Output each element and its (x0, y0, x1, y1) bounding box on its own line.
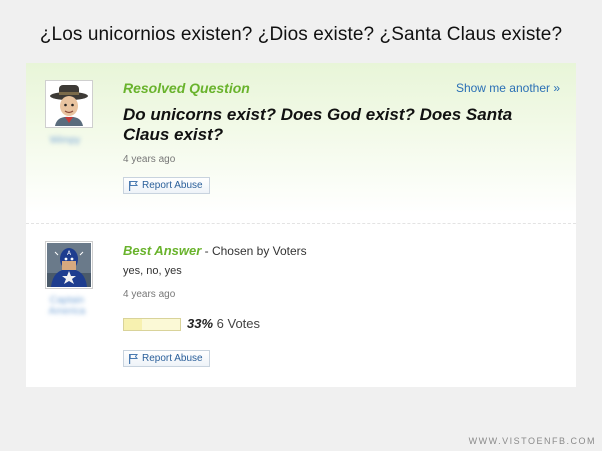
section-divider (26, 223, 576, 224)
vote-progress-bar (123, 318, 181, 331)
asker-name[interactable]: Wimpy (35, 135, 95, 146)
best-answer-line: Best Answer - Chosen by Voters (123, 243, 307, 258)
question-age: 4 years ago (123, 154, 176, 165)
vote-progress-fill (124, 319, 143, 330)
answer-text: yes, no, yes (123, 265, 182, 277)
cowboy-avatar-icon (47, 82, 91, 126)
question-report-abuse-button[interactable]: Report Abuse (123, 177, 210, 194)
site-watermark: WWW.VISTOENFB.COM (468, 436, 596, 446)
page-caption: ¿Los unicornios existen? ¿Dios existe? ¿… (39, 24, 563, 45)
answer-age: 4 years ago (123, 289, 176, 300)
answer-report-abuse-button[interactable]: Report Abuse (123, 350, 210, 367)
vote-summary: 33% 6 Votes (187, 316, 260, 331)
qa-card: Wimpy Resolved Question Show me another … (26, 63, 576, 387)
question-title: Do unicorns exist? Does God exist? Does … (123, 105, 513, 144)
resolved-question-label: Resolved Question (123, 80, 250, 96)
vote-percent: 33% (187, 316, 214, 331)
chosen-by-text: - Chosen by Voters (201, 244, 307, 258)
vote-count: 6 Votes (213, 316, 261, 331)
answerer-name[interactable]: Captain America (37, 295, 97, 317)
flag-icon (129, 181, 138, 191)
best-answer-label: Best Answer (123, 243, 202, 258)
answerer-avatar[interactable]: A (45, 241, 93, 289)
captain-avatar-icon: A (47, 243, 91, 287)
report-abuse-label: Report Abuse (142, 353, 203, 364)
show-another-link[interactable]: Show me another » (456, 81, 560, 95)
flag-icon (129, 354, 138, 364)
report-abuse-label: Report Abuse (142, 180, 203, 191)
asker-avatar[interactable] (45, 80, 93, 128)
